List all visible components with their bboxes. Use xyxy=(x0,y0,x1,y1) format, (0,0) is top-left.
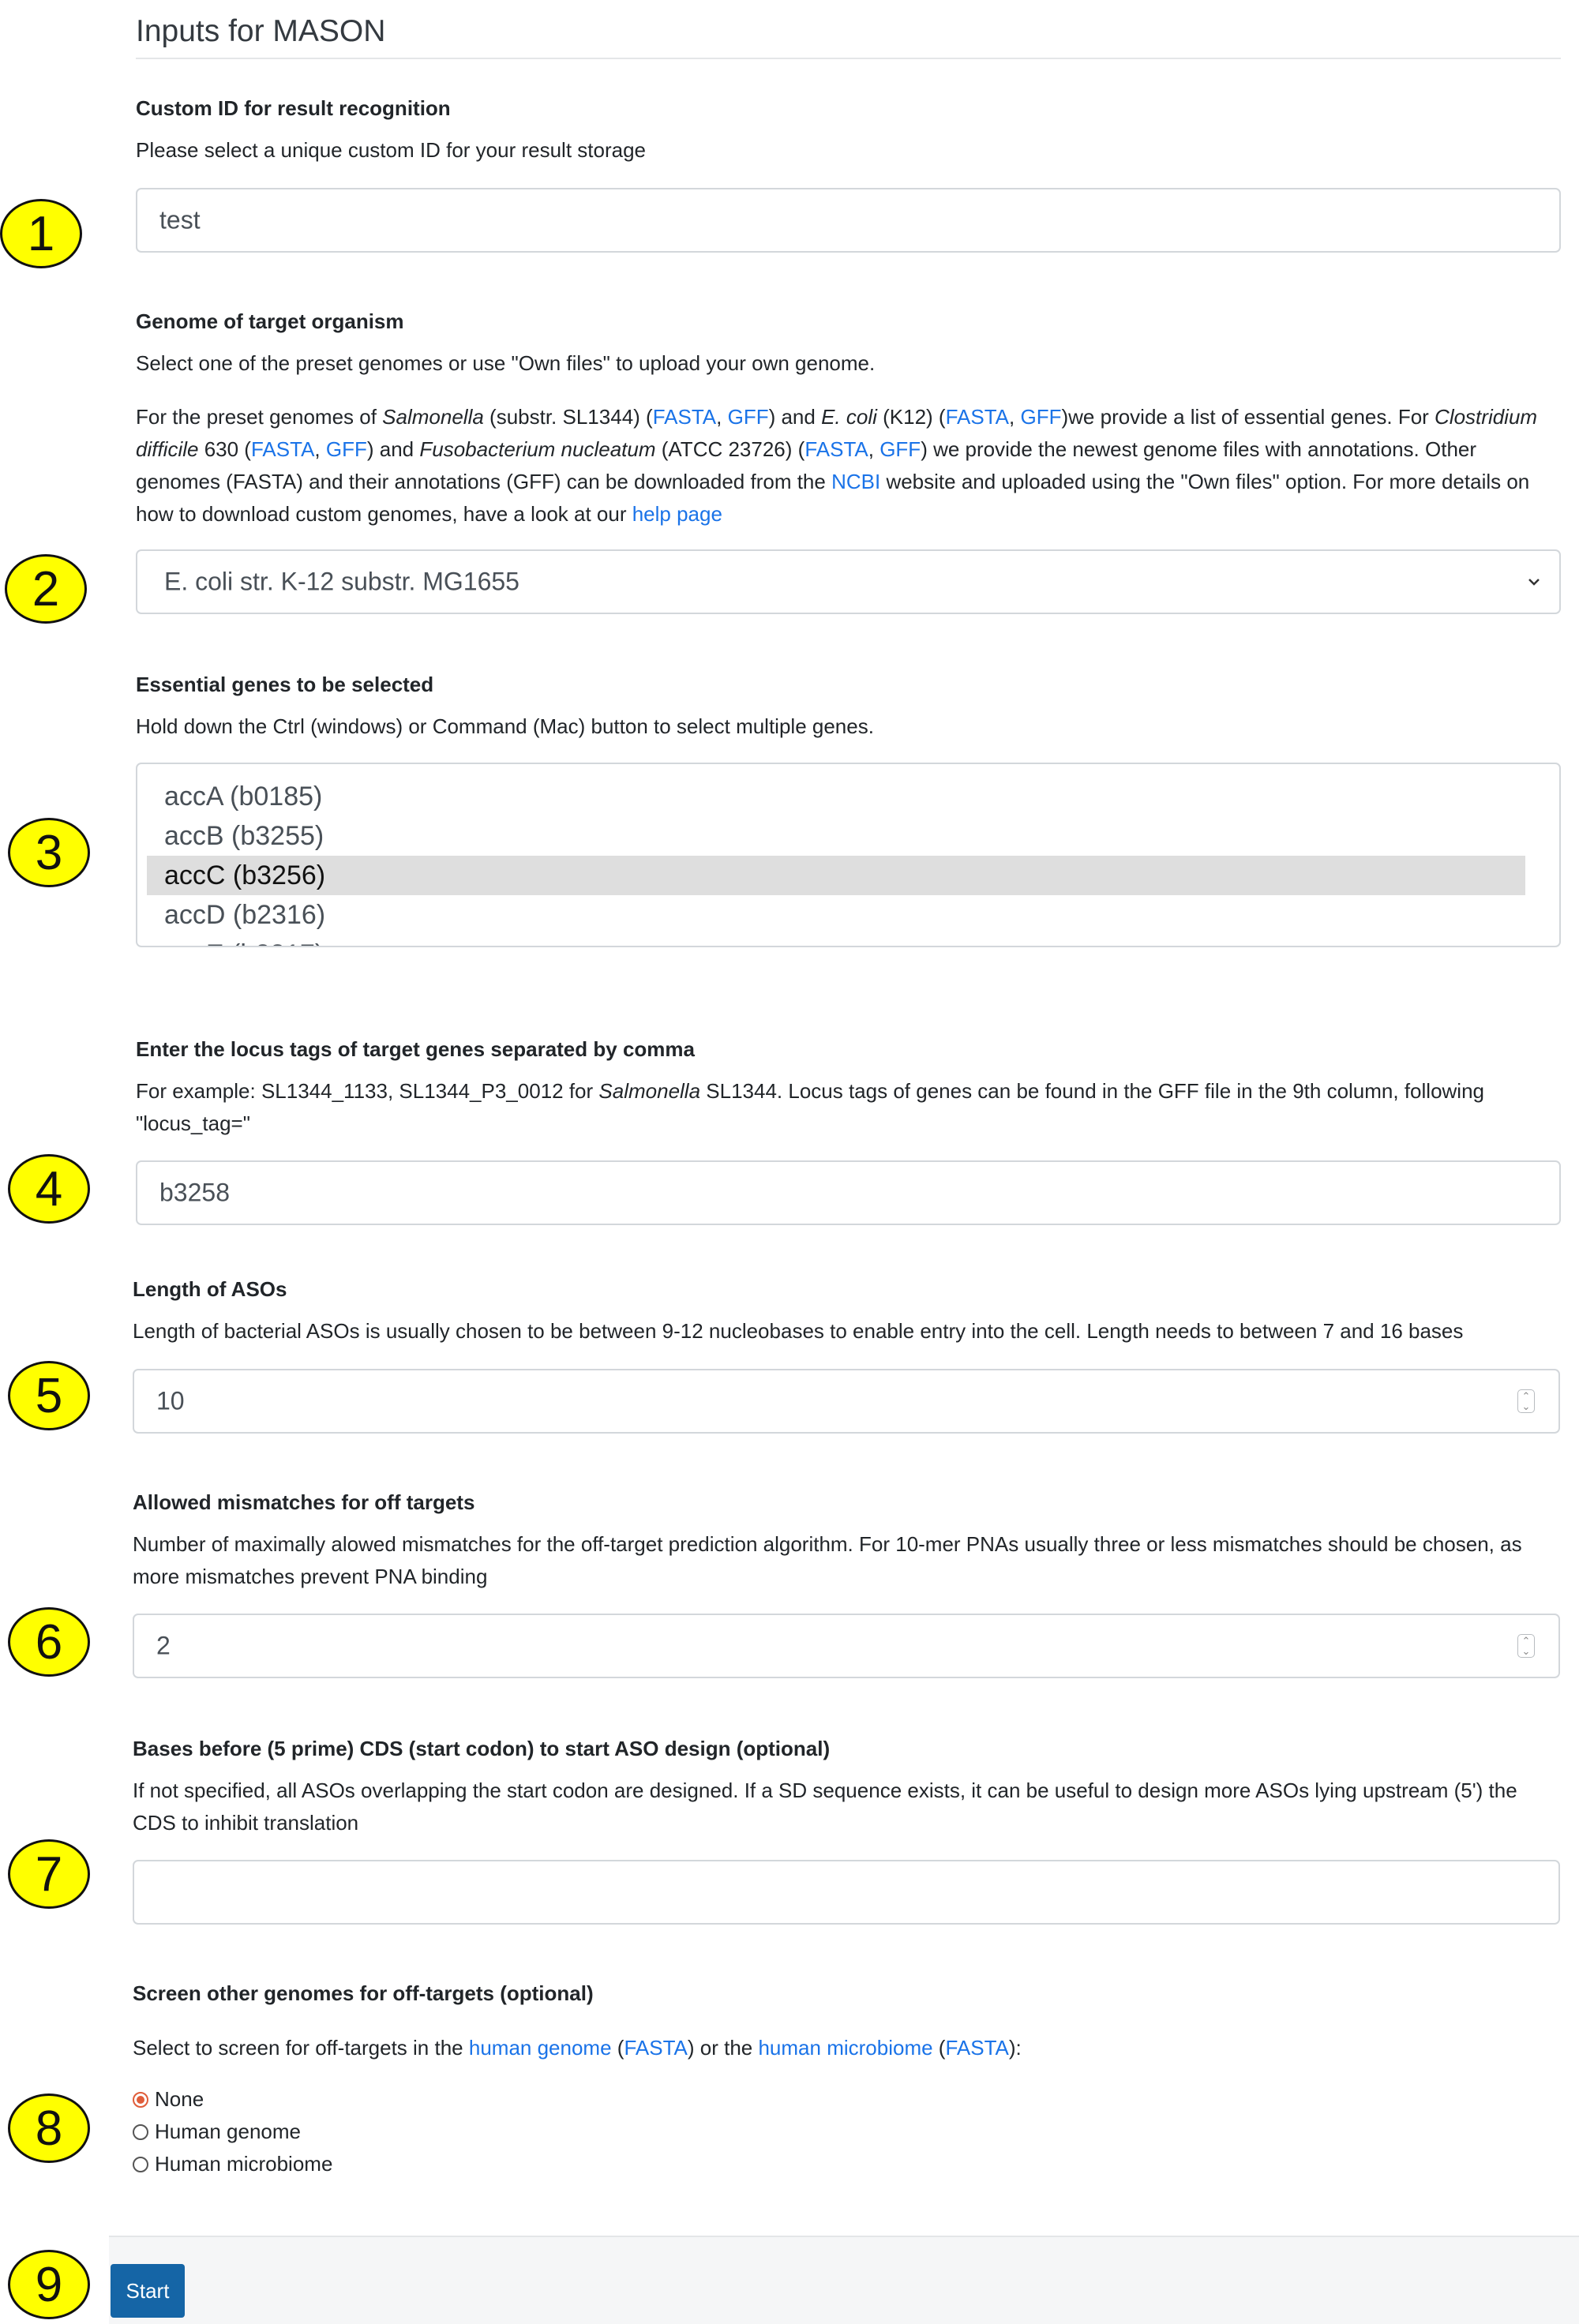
aso-length-input[interactable]: 10 ⌃ ⌄ xyxy=(133,1369,1560,1434)
genome-label: Genome of target organism xyxy=(136,309,404,333)
gene-option[interactable]: accE (b2317) xyxy=(137,935,1528,946)
length-help: Length of bacterial ASOs is usually chos… xyxy=(133,1319,1464,1343)
marker-6: 6 xyxy=(8,1607,90,1677)
number-spinner-icon[interactable]: ⌃ ⌄ xyxy=(1517,1634,1535,1658)
marker-5: 5 xyxy=(8,1361,90,1430)
clostridium-fasta-link[interactable]: FASTA xyxy=(251,437,314,461)
locus-label: Enter the locus tags of target genes sep… xyxy=(136,1037,695,1061)
marker-9: 9 xyxy=(8,2250,90,2319)
fuso-gff-link[interactable]: GFF xyxy=(880,437,921,461)
radio-unselected-icon[interactable] xyxy=(133,2123,148,2140)
help-page-link[interactable]: help page xyxy=(632,502,722,526)
bases-help: If not specified, all ASOs overlapping t… xyxy=(133,1779,1517,1835)
gene-option[interactable]: accA (b0185) xyxy=(137,777,1528,816)
mismatches-value: 2 xyxy=(156,1631,171,1660)
radio-human-genome[interactable]: Human genome xyxy=(133,2120,301,2144)
screen-label: Screen other genomes for off-targets (op… xyxy=(133,1981,594,2005)
gene-option-selected[interactable]: accC (b3256) xyxy=(147,856,1525,895)
human-microbiome-link[interactable]: human microbiome xyxy=(758,2036,932,2060)
locus-tags-input[interactable]: b3258 xyxy=(136,1160,1561,1225)
marker-3: 3 xyxy=(8,818,90,887)
essential-help: Hold down the Ctrl (windows) or Command … xyxy=(136,714,874,738)
custom-id-help: Please select a unique custom ID for you… xyxy=(136,138,646,162)
locus-tags-value: b3258 xyxy=(159,1178,230,1207)
custom-id-input[interactable]: test xyxy=(136,188,1561,253)
genome-description: For the preset genomes of Salmonella (su… xyxy=(136,405,1538,526)
human-microbiome-fasta-link[interactable]: FASTA xyxy=(945,2036,1008,2060)
bases-before-cds-input[interactable] xyxy=(133,1860,1560,1925)
locus-help: For example: SL1344_1133, SL1344_P3_0012… xyxy=(136,1079,1484,1135)
ncbi-link[interactable]: NCBI xyxy=(831,470,880,493)
essential-genes-listbox[interactable]: accA (b0185) accB (b3255) accC (b3256) a… xyxy=(136,763,1561,947)
length-label: Length of ASOs xyxy=(133,1277,287,1301)
radio-selected-icon[interactable] xyxy=(133,2091,148,2108)
ecoli-fasta-link[interactable]: FASTA xyxy=(946,405,1009,429)
salmonella-gff-link[interactable]: GFF xyxy=(728,405,769,429)
clostridium-gff-link[interactable]: GFF xyxy=(326,437,367,461)
ecoli-gff-link[interactable]: GFF xyxy=(1020,405,1061,429)
salmonella-fasta-link[interactable]: FASTA xyxy=(653,405,716,429)
page-title: Inputs for MASON xyxy=(136,14,386,48)
form-footer xyxy=(109,2236,1579,2324)
marker-8: 8 xyxy=(8,2093,90,2163)
gene-option[interactable]: accB (b3255) xyxy=(137,816,1528,856)
mismatches-help: Number of maximally alowed mismatches fo… xyxy=(133,1532,1522,1588)
chevron-down-icon xyxy=(1528,579,1540,586)
mismatches-input[interactable]: 2 ⌃ ⌄ xyxy=(133,1614,1560,1678)
radio-none[interactable]: None xyxy=(133,2087,204,2112)
number-spinner-icon[interactable]: ⌃ ⌄ xyxy=(1517,1389,1535,1413)
title-divider xyxy=(136,58,1561,59)
genome-selected-value: E. coli str. K-12 substr. MG1655 xyxy=(164,567,519,596)
radio-unselected-icon[interactable] xyxy=(133,2156,148,2172)
marker-4: 4 xyxy=(8,1154,90,1224)
genome-select[interactable]: E. coli str. K-12 substr. MG1655 xyxy=(136,549,1561,614)
aso-length-value: 10 xyxy=(156,1386,185,1415)
custom-id-label: Custom ID for result recognition xyxy=(136,96,451,120)
start-button[interactable]: Start xyxy=(111,2264,185,2318)
custom-id-value: test xyxy=(159,205,201,234)
screen-help: Select to screen for off-targets in the … xyxy=(133,2036,1022,2060)
mismatches-label: Allowed mismatches for off targets xyxy=(133,1490,475,1514)
fuso-fasta-link[interactable]: FASTA xyxy=(805,437,868,461)
genome-help: Select one of the preset genomes or use … xyxy=(136,351,876,375)
human-genome-link[interactable]: human genome xyxy=(469,2036,612,2060)
radio-human-microbiome[interactable]: Human microbiome xyxy=(133,2152,332,2176)
gene-option[interactable]: accD (b2316) xyxy=(137,895,1528,935)
human-genome-fasta-link[interactable]: FASTA xyxy=(624,2036,687,2060)
marker-1: 1 xyxy=(0,199,82,268)
marker-7: 7 xyxy=(8,1839,90,1909)
essential-label: Essential genes to be selected xyxy=(136,673,434,696)
bases-label: Bases before (5 prime) CDS (start codon)… xyxy=(133,1737,831,1760)
marker-2: 2 xyxy=(5,554,87,624)
